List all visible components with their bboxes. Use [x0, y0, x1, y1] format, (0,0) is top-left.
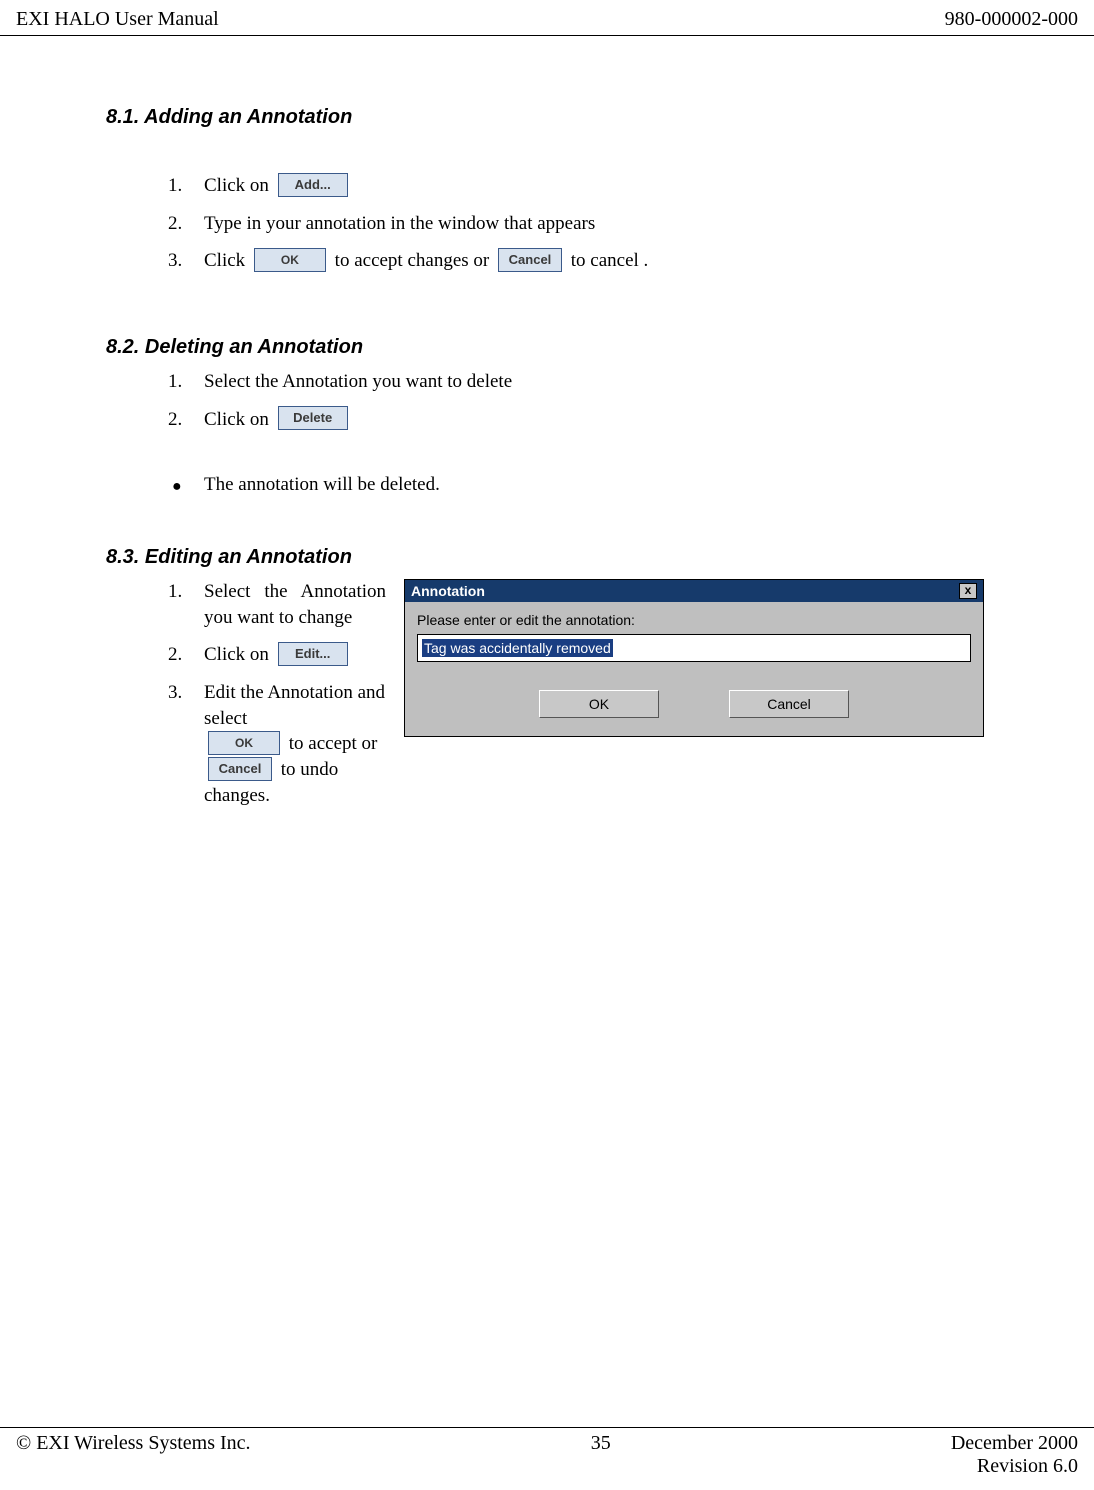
step-text: Select the Annotation you want to delete — [168, 369, 1014, 395]
footer-copyright: © EXI Wireless Systems Inc. — [16, 1432, 251, 1455]
step-text: to accept or — [289, 733, 378, 754]
delete-button[interactable]: Delete — [278, 406, 348, 430]
heading-8-1: 8.1. Adding an Annotation — [106, 106, 1014, 129]
steps-8-1: 1. Click on Add... 2. Type in your annot… — [106, 173, 1014, 274]
dialog-cancel-button[interactable]: Cancel — [729, 690, 849, 718]
step-text: Type in your annotation in the window th… — [168, 211, 1014, 237]
step-number: 1. — [168, 173, 182, 199]
step-8-1-1: 1. Click on Add... — [168, 173, 1014, 199]
step-number: 2. — [168, 211, 182, 237]
page-footer: © EXI Wireless Systems Inc. 35 December … — [0, 1427, 1094, 1478]
steps-8-3: 1. Select the Annotation you want to cha… — [106, 579, 386, 808]
step-number: 1. — [168, 579, 182, 605]
step-8-3-3: 3. Edit the Annotation and select OK to … — [168, 680, 386, 808]
edit-button[interactable]: Edit... — [278, 642, 348, 666]
step-8-1-3: 3. Click OK to accept changes or Cancel … — [168, 248, 1014, 274]
step-text: Edit the Annotation and select — [204, 682, 385, 729]
step-number: 3. — [168, 248, 182, 274]
dialog-ok-button[interactable]: OK — [539, 690, 659, 718]
bullet-text: The annotation will be deleted. — [204, 474, 440, 495]
bullet-icon: ● — [172, 478, 182, 496]
annotation-input-value: Tag was accidentally removed — [422, 639, 613, 657]
step-text: Select the Annotation you want to change — [168, 579, 386, 630]
step-text: Click on — [204, 175, 269, 196]
annotation-input[interactable]: Tag was accidentally removed — [417, 634, 971, 662]
step-number: 2. — [168, 642, 182, 668]
dialog-label: Please enter or edit the annotation: — [417, 612, 971, 628]
header-right: 980-000002-000 — [945, 8, 1078, 31]
step-text: Click — [204, 250, 245, 271]
dialog-titlebar: Annotation x — [405, 580, 983, 602]
step-8-3-1: 1. Select the Annotation you want to cha… — [168, 579, 386, 630]
cancel-button[interactable]: Cancel — [208, 757, 272, 781]
footer-revision: Revision 6.0 — [977, 1455, 1078, 1478]
step-text: to accept changes or — [335, 250, 494, 271]
add-button[interactable]: Add... — [278, 173, 348, 197]
header-left: EXI HALO User Manual — [16, 8, 219, 31]
heading-8-2: 8.2. Deleting an Annotation — [106, 336, 1014, 359]
step-text: Click on — [204, 409, 269, 430]
footer-date: December 2000 — [951, 1432, 1078, 1455]
cancel-button[interactable]: Cancel — [498, 248, 562, 272]
dialog-body: Please enter or edit the annotation: Tag… — [405, 602, 983, 736]
step-8-1-2: 2. Type in your annotation in the window… — [168, 211, 1014, 237]
dialog-button-row: OK Cancel — [417, 690, 971, 718]
section-8-3-body: 1. Select the Annotation you want to cha… — [106, 579, 1014, 820]
page-content: 8.1. Adding an Annotation 1. Click on Ad… — [0, 36, 1094, 820]
step-number: 1. — [168, 369, 182, 395]
page-header: EXI HALO User Manual 980-000002-000 — [0, 0, 1094, 36]
ok-button[interactable]: OK — [208, 731, 280, 755]
step-number: 2. — [168, 407, 182, 433]
dialog-title-text: Annotation — [411, 583, 485, 599]
annotation-dialog: Annotation x Please enter or edit the an… — [404, 579, 984, 737]
step-8-3-2: 2. Click on Edit... — [168, 642, 386, 668]
bullet-8-2: ● The annotation will be deleted. — [106, 474, 1014, 496]
step-text: to cancel . — [571, 250, 649, 271]
step-text: Click on — [204, 644, 269, 665]
close-icon[interactable]: x — [959, 583, 977, 599]
step-8-2-2: 2. Click on Delete — [168, 407, 1014, 433]
step-number: 3. — [168, 680, 182, 706]
heading-8-3: 8.3. Editing an Annotation — [106, 546, 1014, 569]
footer-page-number: 35 — [591, 1432, 611, 1455]
step-8-2-1: 1. Select the Annotation you want to del… — [168, 369, 1014, 395]
steps-8-2: 1. Select the Annotation you want to del… — [106, 369, 1014, 432]
ok-button[interactable]: OK — [254, 248, 326, 272]
